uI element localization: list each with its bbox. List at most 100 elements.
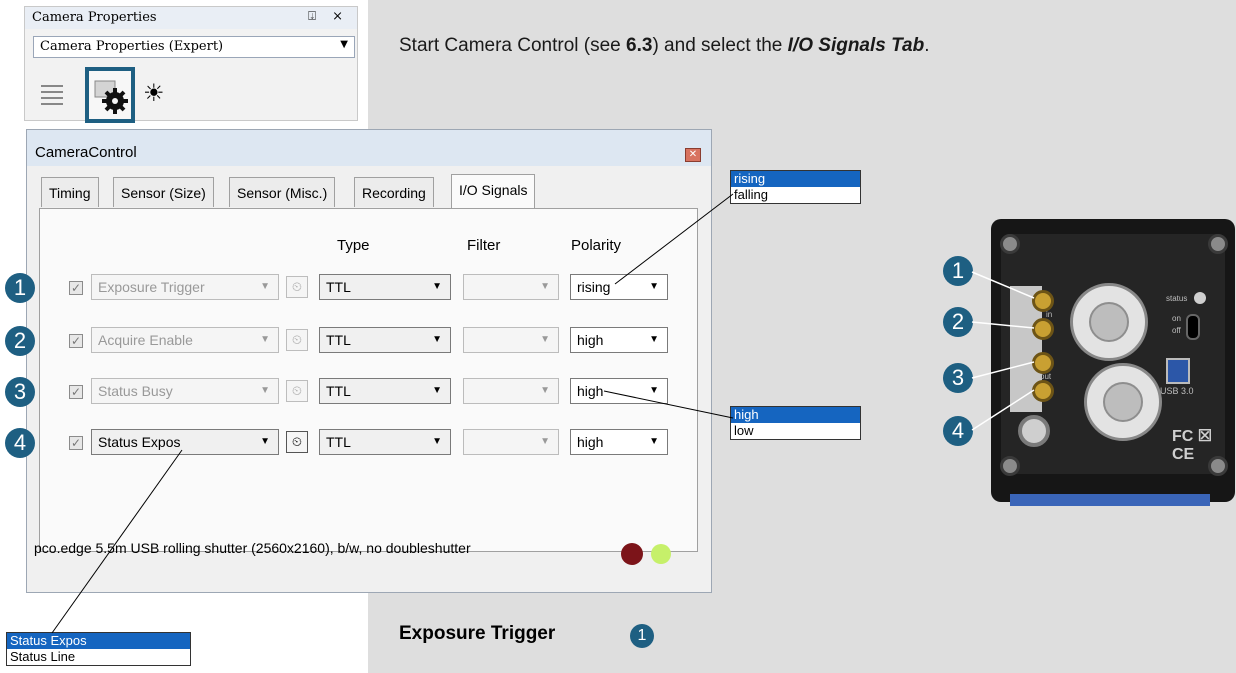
polarity-value: high (577, 434, 604, 450)
intro-tab-name: I/O Signals Tab (787, 35, 925, 56)
connector-number-badge: 3 (943, 363, 973, 393)
signal-select-status-busy[interactable]: Status Busy ▼ (91, 378, 279, 404)
dropdown-option-high[interactable]: high (731, 407, 860, 423)
filter-select-status-busy[interactable]: ▼ (463, 378, 559, 404)
sma-connector-icon (1032, 352, 1054, 374)
polarity-select-status-busy[interactable]: high ▼ (570, 378, 668, 404)
chevron-down-icon: ▼ (260, 281, 270, 292)
signal-value: Status Expos (98, 434, 181, 450)
dropdown-option-falling[interactable]: falling (731, 187, 860, 203)
chevron-down-icon: ▼ (260, 385, 270, 396)
tab-timing[interactable]: Timing (41, 177, 99, 207)
power-switch-icon (1186, 314, 1200, 340)
filter-select-status-expos[interactable]: ▼ (463, 429, 559, 455)
dropdown-option-rising[interactable]: rising (731, 171, 860, 187)
chevron-down-icon: ▼ (540, 334, 550, 345)
section-number-badge: 1 (630, 624, 654, 648)
brightness-icon[interactable]: ☀ (143, 79, 165, 108)
section-heading: Exposure Trigger (399, 623, 556, 644)
filter-select-exposure-trigger[interactable]: ▼ (463, 274, 559, 300)
tab-io-signals[interactable]: I/O Signals (451, 174, 536, 209)
type-select-status-busy[interactable]: TTL ▼ (319, 378, 451, 404)
timing-clock-icon[interactable]: ⏲ (286, 276, 308, 298)
intro-suffix: . (924, 35, 930, 56)
camera-properties-panel: Camera Properties ⍗ × Camera Properties … (24, 6, 358, 123)
camera-properties-mode-select[interactable]: Camera Properties (Expert) ▼ (33, 36, 355, 58)
camera-properties-title: Camera Properties (32, 10, 157, 25)
polarity-level-dropdown-list: high low (730, 406, 861, 440)
tab-sensor-misc[interactable]: Sensor (Misc.) (229, 177, 336, 207)
ready-led-indicator (651, 544, 671, 564)
signal-select-exposure-trigger[interactable]: Exposure Trigger ▼ (91, 274, 279, 300)
status-led-icon (1194, 292, 1206, 304)
status-signal-dropdown-list: Status Expos Status Line (6, 632, 191, 666)
intro-middle: ) and select the (652, 35, 788, 56)
label-usb: USB 3.0 (1160, 386, 1194, 396)
pin-close-icons[interactable]: ⍗ × (308, 9, 349, 24)
row-number-badge: 3 (5, 377, 35, 407)
chevron-down-icon: ▼ (649, 281, 659, 292)
type-select-status-expos[interactable]: TTL ▼ (319, 429, 451, 455)
polarity-value: high (577, 332, 604, 348)
signal-value: Exposure Trigger (98, 279, 205, 295)
dropdown-option-status-expos[interactable]: Status Expos (7, 633, 190, 649)
camera-control-gear-icon[interactable] (85, 67, 135, 123)
tab-sensor-size[interactable]: Sensor (Size) (113, 177, 214, 207)
recording-led-indicator (621, 543, 643, 565)
close-icon[interactable]: ✕ (685, 148, 701, 162)
enable-checkbox-exposure-trigger[interactable]: ✓ (69, 281, 83, 295)
chevron-down-icon: ▼ (649, 385, 659, 396)
camera-control-title: CameraControl (35, 144, 137, 161)
signal-select-status-expos[interactable]: Status Expos ▼ (91, 429, 279, 455)
label-off: off (1172, 326, 1181, 335)
sma-connector-icon (1032, 290, 1054, 312)
list-view-icon[interactable] (41, 83, 65, 110)
type-value: TTL (326, 434, 351, 450)
chevron-down-icon: ▼ (540, 385, 550, 396)
row-number-badge: 1 (5, 273, 35, 303)
polarity-select-exposure-trigger[interactable]: rising ▼ (570, 274, 668, 300)
camera-control-titlebar: CameraControl ✕ (27, 130, 711, 166)
cable-port-icon (1084, 363, 1162, 441)
intro-prefix: Start Camera Control (see (399, 35, 627, 56)
signal-value: Acquire Enable (98, 332, 193, 348)
type-value: TTL (326, 279, 351, 295)
enable-checkbox-status-busy[interactable]: ✓ (69, 385, 83, 399)
screw-icon (1000, 456, 1020, 476)
polarity-value: rising (577, 279, 611, 295)
chevron-down-icon: ▼ (260, 334, 270, 345)
column-header-filter: Filter (467, 237, 501, 254)
camera-status-text: pco.edge 5.5m USB rolling shutter (2560x… (34, 540, 471, 556)
timing-clock-icon[interactable]: ⏲ (286, 380, 308, 402)
lemo-connector-icon (1018, 415, 1050, 447)
signal-value: Status Busy (98, 383, 173, 399)
certification-marks: FC ☒ CE (1172, 428, 1213, 463)
type-select-acquire-enable[interactable]: TTL ▼ (319, 327, 451, 353)
cable-port-icon (1070, 283, 1148, 361)
enable-checkbox-status-expos[interactable]: ✓ (69, 436, 83, 450)
timing-clock-icon[interactable]: ⏲ (286, 329, 308, 351)
chevron-down-icon: ▼ (540, 436, 550, 447)
row-number-badge: 4 (5, 428, 35, 458)
chevron-down-icon: ▼ (432, 281, 442, 292)
polarity-select-acquire-enable[interactable]: high ▼ (570, 327, 668, 353)
dropdown-option-low[interactable]: low (731, 423, 860, 439)
connector-number-badge: 1 (943, 256, 973, 286)
tab-recording[interactable]: Recording (354, 177, 434, 207)
signal-select-acquire-enable[interactable]: Acquire Enable ▼ (91, 327, 279, 353)
filter-select-acquire-enable[interactable]: ▼ (463, 327, 559, 353)
chevron-down-icon: ▼ (649, 334, 659, 345)
chevron-down-icon: ▼ (432, 436, 442, 447)
connector-number-badge: 4 (943, 416, 973, 446)
mode-select-value: Camera Properties (Expert) (40, 39, 224, 54)
dropdown-option-status-line[interactable]: Status Line (7, 649, 190, 665)
enable-checkbox-acquire-enable[interactable]: ✓ (69, 334, 83, 348)
timing-clock-icon[interactable]: ⏲ (286, 431, 308, 453)
camera-control-window: CameraControl ✕ Timing Sensor (Size) Sen… (26, 129, 712, 593)
type-select-exposure-trigger[interactable]: TTL ▼ (319, 274, 451, 300)
polarity-select-status-expos[interactable]: high ▼ (570, 429, 668, 455)
intro-ref: 6.3 (626, 35, 653, 56)
chevron-down-icon: ▼ (432, 334, 442, 345)
label-status: status (1166, 294, 1188, 303)
camera-properties-titlebar: Camera Properties ⍗ × (25, 7, 357, 29)
